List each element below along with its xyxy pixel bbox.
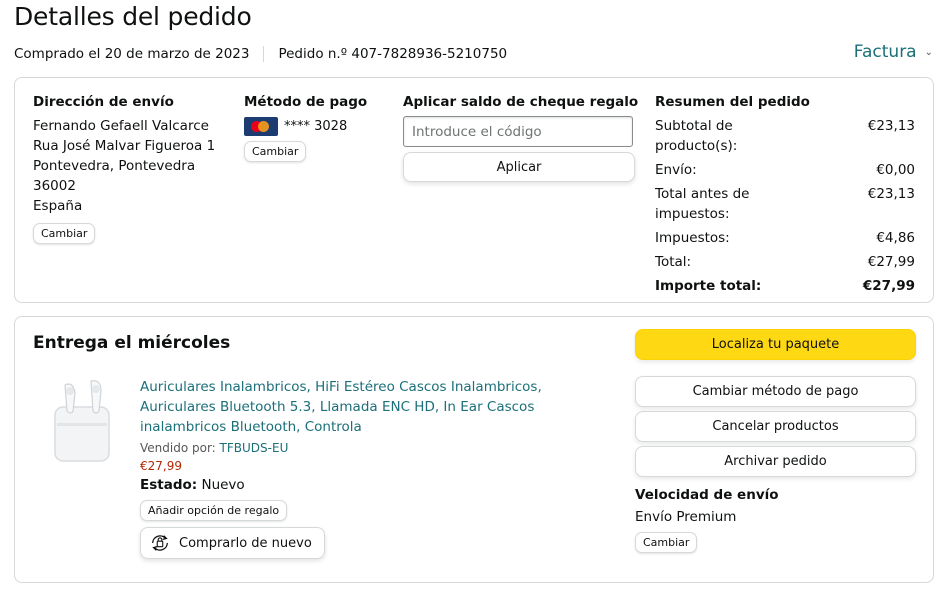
summary-label: Impuestos: [655, 230, 730, 246]
change-payment-method-button[interactable]: Cambiar método de pago [635, 376, 916, 407]
summary-row: Impuestos: €4,86 [655, 228, 915, 248]
payment-heading: Método de pago [244, 94, 368, 110]
summary-value: €23,13 [867, 118, 915, 134]
summary-value: €4,86 [876, 230, 915, 246]
summary-label: Subtotal de producto(s): [655, 118, 738, 154]
summary-row: Total: €27,99 [655, 252, 915, 272]
chevron-down-icon: ⌄ [924, 46, 933, 58]
shipping-speed-heading: Velocidad de envío [635, 487, 779, 503]
sold-by-label: Vendido por: [140, 441, 216, 455]
status-label: Estado: [140, 477, 198, 493]
status-value: Nuevo [201, 477, 245, 493]
change-address-button[interactable]: Cambiar [33, 223, 96, 244]
grand-total-label: Importe total: [655, 278, 762, 294]
product-title-link[interactable]: Auriculares Inalambricos, HiFi Estéreo C… [140, 377, 610, 437]
archive-order-button[interactable]: Archivar pedido [635, 446, 916, 477]
invoice-label: Factura [853, 42, 917, 62]
summary-heading: Resumen del pedido [655, 94, 810, 110]
buy-again-label: Comprarlo de nuevo [179, 535, 312, 551]
seller-link[interactable]: TFBUDS-EU [220, 441, 289, 455]
order-number: Pedido n.º 407-7828936-5210750 [278, 46, 508, 62]
product-info: Auriculares Inalambricos, HiFi Estéreo C… [140, 377, 610, 559]
buy-again-icon [152, 535, 168, 551]
summary-label: Total antes de impuestos: [655, 186, 750, 222]
add-gift-option-button[interactable]: Añadir opción de regalo [140, 500, 288, 521]
invoice-dropdown[interactable]: Factura ⌄ [854, 42, 933, 62]
order-meta: Comprado el 20 de marzo de 2023 Pedido n… [14, 46, 507, 62]
order-actions: Localiza tu paquete Cambiar método de pa… [635, 329, 916, 553]
order-info-panel: Dirección de envío Fernando Gefaell Valc… [14, 77, 934, 303]
apply-button[interactable]: Aplicar [403, 152, 635, 182]
track-package-button[interactable]: Localiza tu paquete [635, 329, 916, 360]
cancel-items-button[interactable]: Cancelar productos [635, 411, 916, 442]
summary-row: Total antes de impuestos: €23,13 [655, 184, 915, 224]
summary-row: Subtotal de producto(s): €23,13 [655, 116, 915, 156]
change-shipping-speed-button[interactable]: Cambiar [635, 532, 698, 553]
card-digits: **** 3028 [284, 118, 348, 134]
gift-card-section: Aplicar saldo de cheque regalo Aplicar [403, 94, 643, 182]
card-row: **** 3028 [244, 116, 394, 136]
product-price: €27,99 [140, 459, 182, 473]
gift-code-input[interactable] [403, 116, 633, 147]
mastercard-icon [244, 116, 278, 136]
shipping-heading: Dirección de envío [33, 94, 174, 110]
summary-value: €23,13 [867, 186, 915, 202]
summary-value: €0,00 [876, 162, 915, 178]
address-line: Pontevedra, Pontevedra 36002 [33, 158, 196, 194]
summary-value: €27,99 [867, 254, 915, 270]
purchase-date: Comprado el 20 de marzo de 2023 [14, 46, 250, 62]
address-line: España [33, 198, 83, 214]
order-summary-section: Resumen del pedido Subtotal de producto(… [655, 94, 920, 300]
shipping-speed-value: Envío Premium [635, 509, 737, 525]
gift-card-heading: Aplicar saldo de cheque regalo [403, 94, 639, 110]
address-line: Fernando Gefaell Valcarce [33, 118, 209, 134]
page-title: Detalles del pedido [14, 2, 252, 31]
grand-total-value: €27,99 [862, 278, 915, 294]
summary-label: Envío: [655, 162, 697, 178]
summary-label: Total: [655, 254, 692, 270]
shipping-address-section: Dirección de envío Fernando Gefaell Valc… [33, 94, 238, 244]
address-line: Rua José Malvar Figueroa 1 [33, 138, 216, 154]
buy-again-button[interactable]: Comprarlo de nuevo [140, 527, 325, 559]
sold-by: Vendido por: TFBUDS-EU [140, 441, 610, 455]
delivery-title: Entrega el miércoles [33, 333, 231, 353]
product-status: Estado: Nuevo [140, 477, 610, 493]
divider [263, 46, 265, 62]
change-payment-button[interactable]: Cambiar [244, 141, 307, 162]
earbuds-image[interactable] [51, 377, 121, 469]
grand-total-row: Importe total: €27,99 [655, 276, 915, 296]
summary-row: Envío: €0,00 [655, 160, 915, 180]
delivery-panel: Entrega el miércoles Auriculares Inalamb… [14, 316, 934, 583]
payment-method-section: Método de pago **** 3028 Cambiar [244, 94, 394, 162]
